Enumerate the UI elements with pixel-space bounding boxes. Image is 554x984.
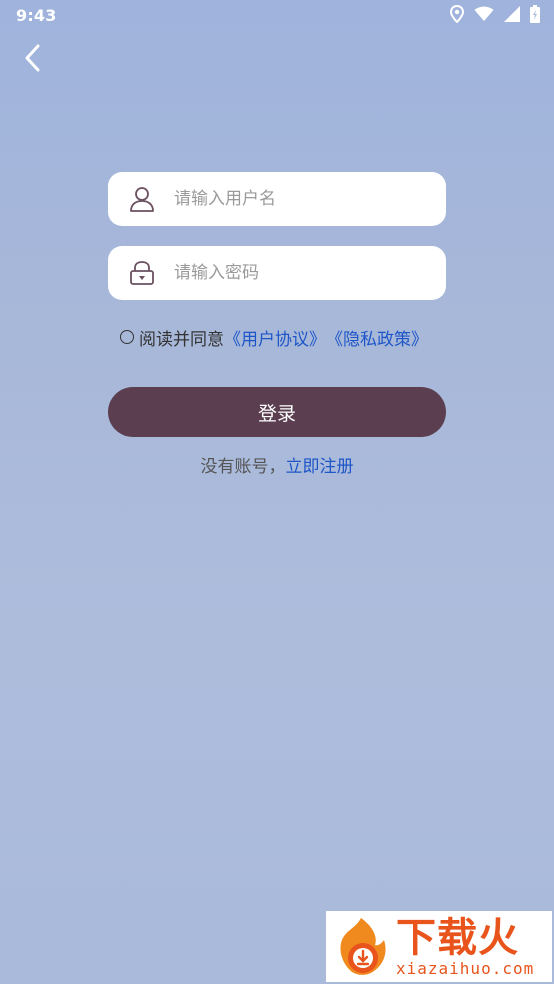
username-field[interactable] bbox=[108, 172, 446, 226]
status-bar: 9:43 bbox=[0, 0, 554, 30]
watermark-subtitle: xiazaihuo.com bbox=[396, 958, 535, 978]
wifi-icon bbox=[474, 6, 494, 21]
register-prompt: 没有账号， bbox=[200, 457, 286, 477]
register-row: 没有账号，立即注册 bbox=[0, 452, 554, 477]
register-link[interactable]: 立即注册 bbox=[286, 457, 354, 477]
status-icons bbox=[450, 5, 540, 23]
battery-icon bbox=[530, 5, 540, 23]
login-button[interactable]: 登录 bbox=[108, 387, 446, 437]
password-input[interactable] bbox=[172, 262, 446, 284]
watermark: 下载火 xiazaihuo.com bbox=[326, 911, 552, 982]
agreement-row: 阅读并同意 《用户协议》 《隐私政策》 bbox=[120, 325, 428, 350]
user-agreement-link[interactable]: 《用户协议》 bbox=[224, 325, 326, 350]
password-field[interactable] bbox=[108, 246, 446, 300]
location-icon bbox=[450, 5, 464, 23]
lock-icon bbox=[130, 261, 154, 285]
username-input[interactable] bbox=[172, 188, 446, 210]
agreement-prefix: 阅读并同意 bbox=[139, 329, 224, 350]
agreement-radio[interactable] bbox=[120, 330, 134, 344]
back-button[interactable] bbox=[18, 42, 50, 74]
privacy-policy-link[interactable]: 《隐私政策》 bbox=[326, 325, 428, 350]
chevron-left-icon bbox=[25, 44, 40, 72]
signal-icon bbox=[504, 6, 520, 22]
watermark-logo-icon bbox=[340, 917, 386, 975]
user-icon bbox=[130, 187, 154, 212]
status-time: 9:43 bbox=[16, 6, 57, 25]
watermark-title: 下载火 bbox=[396, 914, 519, 961]
